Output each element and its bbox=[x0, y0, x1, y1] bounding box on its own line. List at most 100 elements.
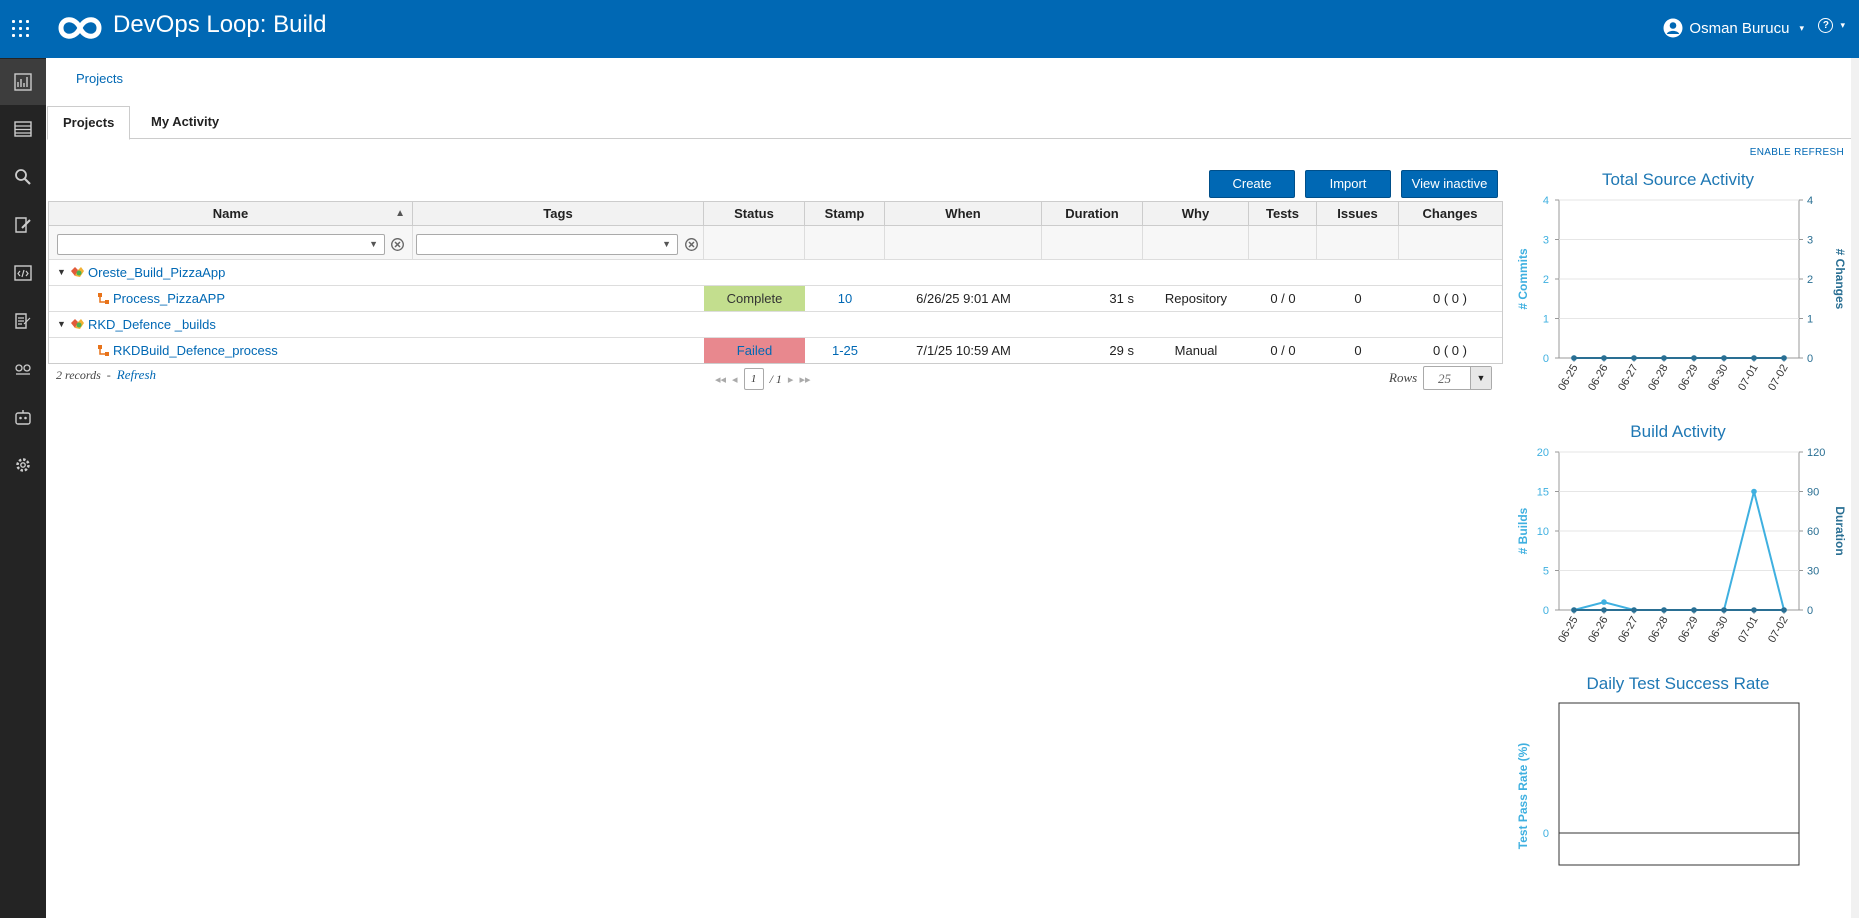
y2-tick-label: 120 bbox=[1807, 447, 1825, 459]
process-link[interactable]: RKDBuild_Defence_process bbox=[113, 338, 278, 363]
data-point bbox=[1601, 355, 1607, 361]
y-axis-label: Test Pass Rate (%) bbox=[1516, 743, 1530, 849]
column-header-when[interactable]: When bbox=[885, 202, 1042, 225]
sidebar-item-dashboard[interactable] bbox=[0, 59, 46, 105]
x-tick-label: 07-01 bbox=[1736, 363, 1760, 393]
page-number-input[interactable]: 1 bbox=[743, 368, 764, 390]
help-menu[interactable]: ? ▾ bbox=[1818, 18, 1845, 33]
column-header-tags[interactable]: Tags bbox=[413, 202, 704, 225]
column-header-tests[interactable]: Tests bbox=[1249, 202, 1317, 225]
sidebar-item-report[interactable] bbox=[0, 298, 46, 344]
stamp-link[interactable]: 1-25 bbox=[805, 338, 885, 363]
next-page-icon[interactable]: ▸ bbox=[788, 373, 794, 386]
user-avatar-icon bbox=[1663, 18, 1683, 38]
sidebar-item-robot[interactable] bbox=[0, 394, 46, 440]
y-tick-label: 10 bbox=[1537, 526, 1549, 538]
project-link[interactable]: Oreste_Build_PizzaApp bbox=[88, 260, 225, 285]
x-tick-label: 06-25 bbox=[1556, 363, 1580, 393]
x-tick-label: 06-25 bbox=[1556, 615, 1580, 645]
data-point bbox=[1721, 607, 1727, 613]
import-button[interactable]: Import bbox=[1305, 170, 1391, 198]
sidebar-item-list[interactable] bbox=[0, 106, 46, 152]
y2-axis-label: # Changes bbox=[1833, 249, 1847, 310]
sidebar-item-code[interactable] bbox=[0, 250, 46, 296]
data-point bbox=[1691, 355, 1697, 361]
data-point bbox=[1601, 607, 1607, 613]
column-header-changes[interactable]: Changes bbox=[1399, 202, 1501, 225]
x-tick-label: 06-28 bbox=[1646, 363, 1670, 393]
chevron-down-icon: ▼ bbox=[662, 239, 671, 249]
app-grid-icon[interactable] bbox=[11, 19, 31, 39]
caret-down-icon: ▾ bbox=[1840, 20, 1845, 30]
column-header-stamp[interactable]: Stamp bbox=[805, 202, 885, 225]
robot-icon bbox=[15, 410, 31, 425]
caret-down-icon: ▾ bbox=[1799, 22, 1804, 33]
data-point bbox=[1751, 355, 1757, 361]
table-row: Process_PizzaAPP Complete 10 6/26/25 9:0… bbox=[49, 286, 1502, 312]
data-point bbox=[1751, 488, 1757, 495]
tags-filter-input[interactable]: ▼ bbox=[416, 234, 678, 255]
status-badge: Complete bbox=[704, 286, 805, 311]
app-title: DevOps Loop: Build bbox=[113, 11, 327, 38]
stamp-link[interactable]: 10 bbox=[805, 286, 885, 311]
column-header-name[interactable]: Name ▲ bbox=[49, 202, 413, 225]
daily-test-success-chart: 0 Test Pass Rate (%) bbox=[1516, 702, 1800, 866]
user-menu[interactable]: Osman Burucu ▾ bbox=[1663, 18, 1804, 38]
sidebar-item-edit[interactable] bbox=[0, 202, 46, 248]
name-filter-input[interactable]: ▼ bbox=[57, 234, 385, 255]
tags-filter-cell: ▼ bbox=[413, 226, 704, 259]
series-line bbox=[1573, 491, 1785, 611]
tab-projects[interactable]: Projects bbox=[47, 106, 131, 140]
create-button[interactable]: Create bbox=[1209, 170, 1295, 198]
expand-triangle-icon[interactable]: ▼ bbox=[57, 260, 66, 285]
sidebar-item-search[interactable] bbox=[0, 154, 46, 200]
prev-page-icon[interactable]: ◂ bbox=[732, 373, 738, 386]
projects-table: Name ▲ Tags Status Stamp When Duration Wh… bbox=[48, 201, 1503, 364]
table-row: RKDBuild_Defence_process Failed 1-25 7/1… bbox=[49, 338, 1502, 363]
refresh-link[interactable]: Refresh bbox=[117, 367, 156, 382]
data-point bbox=[1721, 355, 1727, 361]
process-icon bbox=[98, 293, 109, 304]
search-icon bbox=[15, 169, 31, 185]
column-header-issues[interactable]: Issues bbox=[1317, 202, 1399, 225]
enable-refresh-link[interactable]: ENABLE REFRESH bbox=[1750, 147, 1844, 158]
y2-tick-label: 0 bbox=[1807, 353, 1813, 365]
first-page-icon[interactable]: ◂◂ bbox=[715, 373, 726, 386]
plot-frame bbox=[1558, 702, 1800, 866]
view-inactive-button[interactable]: View inactive bbox=[1401, 170, 1498, 198]
column-header-why[interactable]: Why bbox=[1143, 202, 1249, 225]
process-link[interactable]: Process_PizzaAPP bbox=[113, 286, 225, 311]
project-icon bbox=[71, 267, 84, 277]
status-badge: Failed bbox=[704, 338, 805, 363]
gear-icon bbox=[16, 458, 30, 472]
clear-filter-icon[interactable] bbox=[391, 238, 404, 251]
sidebar-item-agents[interactable] bbox=[0, 346, 46, 392]
last-page-icon[interactable]: ▸▸ bbox=[799, 373, 810, 386]
y-tick-label: 1 bbox=[1543, 314, 1549, 326]
sidebar-item-settings[interactable] bbox=[0, 442, 46, 488]
x-tick-label: 07-02 bbox=[1766, 363, 1790, 393]
devops-loop-logo-icon bbox=[58, 17, 102, 39]
chevron-down-icon: ▼ bbox=[369, 239, 378, 249]
chart-title: Build Activity bbox=[1630, 422, 1726, 441]
y-tick-label: 2 bbox=[1543, 274, 1549, 286]
x-tick-label: 06-26 bbox=[1586, 363, 1610, 393]
x-tick-label: 06-30 bbox=[1706, 363, 1730, 393]
column-header-duration[interactable]: Duration bbox=[1042, 202, 1143, 225]
page-total: / 1 bbox=[769, 371, 782, 386]
when-cell: 6/26/25 9:01 AM bbox=[916, 291, 1011, 306]
data-point bbox=[1571, 355, 1577, 361]
tab-my-activity[interactable]: My Activity bbox=[136, 106, 234, 138]
clear-filter-icon[interactable] bbox=[685, 238, 698, 251]
x-tick-label: 06-27 bbox=[1616, 615, 1640, 645]
y2-axis-label: Duration bbox=[1833, 506, 1847, 555]
expand-triangle-icon[interactable]: ▼ bbox=[57, 312, 66, 337]
page-scrollbar[interactable] bbox=[1851, 58, 1859, 918]
breadcrumb-projects[interactable]: Projects bbox=[76, 71, 123, 86]
sidebar bbox=[0, 58, 46, 918]
project-link[interactable]: RKD_Defence _builds bbox=[88, 312, 216, 337]
rows-per-page-select[interactable]: 25 ▼ bbox=[1423, 366, 1492, 390]
tab-bar: Projects My Activity bbox=[47, 106, 1859, 140]
changes-cell: 0 ( 0 ) bbox=[1433, 291, 1467, 306]
column-header-status[interactable]: Status bbox=[704, 202, 805, 225]
